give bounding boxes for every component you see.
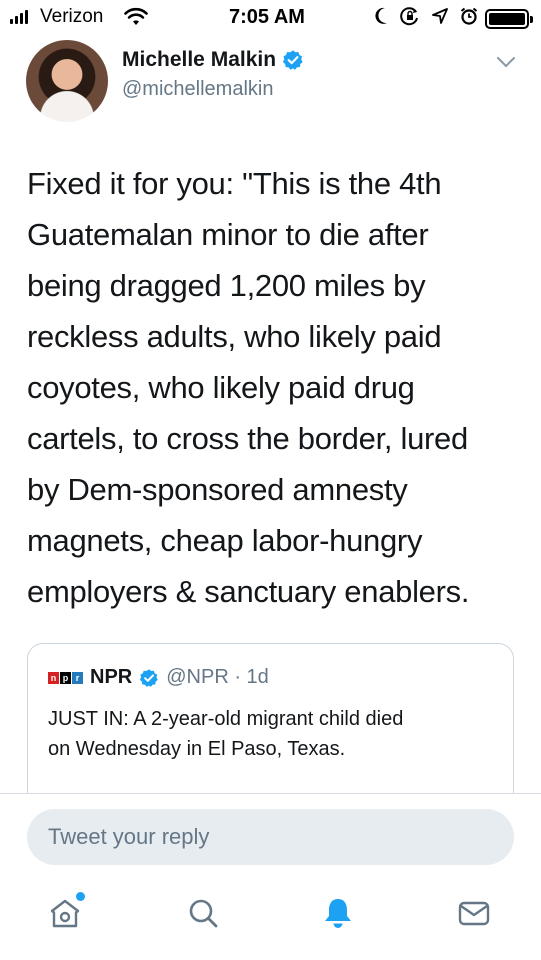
quoted-handle-time: @NPR · 1d: [166, 666, 269, 688]
reply-bar: [0, 793, 541, 960]
notifications-icon: [325, 899, 351, 928]
rotation-lock-icon: [400, 7, 418, 26]
signal-icon: [10, 10, 28, 24]
reply-input[interactable]: [27, 809, 514, 865]
home-icon: [50, 899, 80, 928]
tab-search[interactable]: [183, 893, 223, 933]
wifi-icon: [124, 7, 148, 25]
status-bar: Verizon 7:05 AM: [0, 0, 541, 36]
verified-badge-icon: [140, 668, 158, 687]
location-icon: [432, 8, 448, 24]
quoted-author-name: NPR: [90, 666, 133, 688]
moon-icon: [375, 7, 387, 24]
author-name-row[interactable]: Michelle Malkin: [122, 48, 304, 72]
quoted-tweet-card[interactable]: n p r NPR @NPR · 1d JUST IN: A 2-year-ol…: [27, 643, 514, 813]
tab-messages[interactable]: [454, 893, 494, 933]
carrier-name: Verizon: [40, 6, 104, 27]
tab-notifications[interactable]: [318, 893, 358, 933]
search-icon: [189, 899, 218, 928]
chevron-down-icon[interactable]: [496, 55, 516, 69]
verified-badge-icon: [282, 50, 303, 70]
quoted-tweet-text: JUST IN: A 2-year-old migrant child died…: [48, 708, 404, 760]
messages-icon: [458, 901, 490, 926]
status-icons: [374, 6, 478, 26]
alarm-icon: [460, 7, 478, 25]
author-handle[interactable]: @michellemalkin: [122, 78, 273, 101]
author-name[interactable]: Michelle Malkin: [122, 48, 276, 72]
quoted-tweet-header: n p r NPR @NPR · 1d: [48, 666, 269, 689]
new-content-dot: [76, 892, 85, 901]
avatar[interactable]: [26, 40, 108, 122]
tweet-text: Fixed it for you: "This is the 4th Guate…: [27, 166, 470, 609]
battery-icon: [485, 9, 533, 29]
status-time: 7:05 AM: [229, 6, 305, 28]
npr-logo: n p r: [48, 671, 83, 684]
